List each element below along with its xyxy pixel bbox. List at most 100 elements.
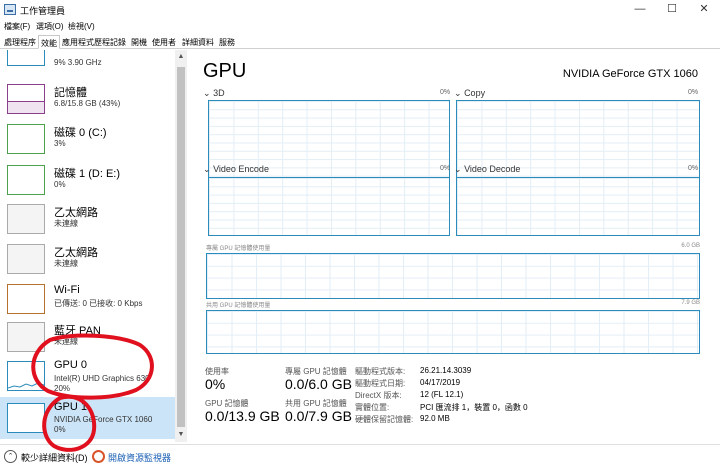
gpu-detail-panel: GPU NVIDIA GeForce GTX 1060 ⌄ 3D 0% ⌄ Co…	[190, 50, 716, 442]
tab-startup[interactable]: 開機	[131, 37, 147, 48]
resource-sidebar: 9% 3.90 GHz 記憶體 6.8/15.8 GB (43%) 磁碟 0 (…	[0, 50, 187, 442]
sidebar-item-label: GPU 0	[54, 359, 88, 371]
sidebar-item-memory[interactable]: 記憶體 6.8/15.8 GB (43%)	[0, 80, 175, 120]
info-value: 12 (FL 12.1)	[420, 390, 464, 399]
sidebar-item-cpu[interactable]: 9% 3.90 GHz	[0, 50, 175, 72]
menu-view[interactable]: 檢視(V)	[68, 21, 95, 32]
sidebar-item-label: GPU 1	[54, 401, 88, 413]
sidebar-item-wifi[interactable]: Wi-Fi 已傳送: 0 已接收: 0 Kbps	[0, 280, 175, 320]
cpu-thumbnail	[7, 50, 45, 66]
gpu0-sparkline	[8, 382, 44, 389]
sidebar-item-gpu1[interactable]: GPU 1 NVIDIA GeForce GTX 1060 0%	[0, 397, 175, 439]
chevron-down-icon: ⌄	[454, 164, 462, 174]
tab-services[interactable]: 服務	[219, 37, 235, 48]
menu-options[interactable]: 選項(O)	[36, 21, 64, 32]
scroll-down-arrow-icon[interactable]: ▼	[175, 428, 187, 442]
sidebar-item-sub: 6.8/15.8 GB (43%)	[54, 99, 121, 108]
open-resource-monitor-link[interactable]: 開啟資源監視器	[108, 451, 171, 464]
sidebar-item-label: 磁碟 0 (C:)	[54, 127, 107, 139]
info-label: DirectX 版本:	[355, 391, 402, 400]
shared-memory-max: 7.9 GB	[681, 300, 700, 306]
sidebar-item-label: Wi-Fi	[54, 284, 80, 296]
sidebar-item-disk0[interactable]: 磁碟 0 (C:) 3%	[0, 120, 175, 160]
chevron-down-icon: ⌄	[203, 164, 211, 174]
window-title: 工作管理員	[20, 6, 66, 16]
sidebar-item-label: 磁碟 1 (D: E:)	[54, 168, 121, 180]
sidebar-item-gpu0[interactable]: GPU 0 Intel(R) UHD Graphics 630 20%	[0, 355, 175, 397]
shared-memory-graph	[206, 310, 700, 354]
engine-percent: 0%	[688, 165, 699, 172]
info-value: 04/17/2019	[420, 378, 461, 387]
footer-bar: ⌃ 較少詳細資料(D) 開啟資源監視器	[0, 444, 720, 472]
tab-processes[interactable]: 處理程序	[4, 37, 36, 48]
info-value: 92.0 MB	[420, 414, 450, 423]
chevron-down-icon: ⌄	[454, 88, 462, 98]
memory-thumbnail	[7, 84, 45, 114]
info-value: 26.21.14.3039	[420, 366, 472, 375]
close-button[interactable]: ✕	[696, 2, 712, 16]
dedicated-memory-graph	[206, 253, 700, 299]
fewer-details-link[interactable]: 較少詳細資料(D)	[21, 451, 88, 464]
sidebar-item-sub: Intel(R) UHD Graphics 630	[54, 374, 150, 383]
sidebar-item-sub: 已傳送: 0 已接收: 0 Kbps	[54, 299, 143, 308]
wifi-thumbnail	[7, 284, 45, 314]
sidebar-item-sub: 3%	[54, 139, 66, 148]
engine-label: Video Encode	[213, 164, 269, 174]
stat-value: 0.0/6.0 GB	[285, 376, 352, 392]
engine-label: Copy	[464, 88, 486, 98]
disk-thumbnail	[7, 124, 45, 154]
page-title: GPU	[203, 60, 247, 82]
engine-selector-video-decode[interactable]: ⌄ Video Decode	[454, 164, 520, 175]
sidebar-scrollbar[interactable]: ▲ ▼	[175, 50, 187, 442]
engine-graph-video-decode	[456, 177, 700, 236]
sidebar-item-disk1[interactable]: 磁碟 1 (D: E:) 0%	[0, 161, 175, 201]
info-label: 硬體保留記憶體:	[355, 415, 414, 424]
engine-selector-video-encode[interactable]: ⌄ Video Encode	[203, 164, 269, 175]
engine-label: Video Decode	[464, 164, 521, 174]
ethernet-thumbnail	[7, 244, 45, 274]
menu-file[interactable]: 檔案(F)	[4, 21, 30, 32]
sidebar-item-bluetooth-pan[interactable]: 藍牙 PAN 未連線	[0, 318, 175, 358]
engine-graph-video-encode	[208, 177, 450, 236]
sidebar-item-sub: 未連線	[54, 337, 78, 346]
tab-bar: 處理程序 效能 應用程式歷程記錄 開機 使用者 詳細資料 服務	[0, 35, 720, 49]
dedicated-memory-label: 專屬 GPU 記憶體使用量	[206, 246, 271, 252]
menu-bar: 檔案(F) 選項(O) 檢視(V)	[0, 19, 720, 35]
stat-value: 0.0/13.9 GB	[205, 408, 280, 424]
tab-details[interactable]: 詳細資料	[182, 37, 214, 48]
engine-selector-3d[interactable]: ⌄ 3D	[203, 88, 225, 99]
gpu-model-name: NVIDIA GeForce GTX 1060	[562, 68, 698, 80]
shared-memory-label: 共用 GPU 記憶體使用量	[206, 303, 271, 309]
sidebar-item-sub: 未連線	[54, 259, 78, 268]
engine-selector-copy[interactable]: ⌄ Copy	[454, 88, 485, 99]
sidebar-item-usage: 20%	[54, 384, 71, 393]
sidebar-item-ethernet[interactable]: 乙太網路 未連線	[0, 240, 175, 280]
scrollbar-thumb[interactable]	[177, 67, 185, 427]
ethernet-thumbnail	[7, 204, 45, 234]
disk-thumbnail	[7, 165, 45, 195]
scroll-up-arrow-icon[interactable]: ▲	[175, 50, 187, 64]
info-label: 實體位置:	[355, 403, 390, 412]
tab-performance[interactable]: 效能	[38, 35, 60, 49]
sidebar-item-sub: 0%	[54, 180, 66, 189]
tab-app-history[interactable]: 應用程式歷程記錄	[62, 37, 126, 48]
info-label: 驅動程式日期:	[355, 379, 406, 388]
gpu1-thumbnail	[7, 403, 45, 433]
gpu0-thumbnail	[7, 361, 45, 391]
chevron-up-icon[interactable]: ⌃	[4, 450, 17, 463]
engine-percent: 0%	[440, 89, 451, 96]
sidebar-item-usage: 0%	[54, 425, 66, 434]
minimize-button[interactable]: —	[632, 2, 648, 16]
chevron-down-icon: ⌄	[203, 88, 211, 98]
tab-users[interactable]: 使用者	[152, 37, 176, 48]
resource-monitor-icon[interactable]	[92, 450, 105, 463]
info-value: PCI 匯流排 1，裝置 0，函數 0	[420, 403, 528, 412]
info-label: 驅動程式版本:	[355, 367, 406, 376]
bluetooth-thumbnail	[7, 322, 45, 352]
engine-percent: 0%	[688, 89, 699, 96]
sidebar-item-ethernet[interactable]: 乙太網路 未連線	[0, 200, 175, 240]
dedicated-memory-max: 6.0 GB	[681, 243, 700, 249]
title-bar[interactable]: 工作管理員 — ☐ ✕	[0, 0, 720, 19]
maximize-button[interactable]: ☐	[664, 2, 680, 16]
sidebar-item-sub: 未連線	[54, 219, 78, 228]
